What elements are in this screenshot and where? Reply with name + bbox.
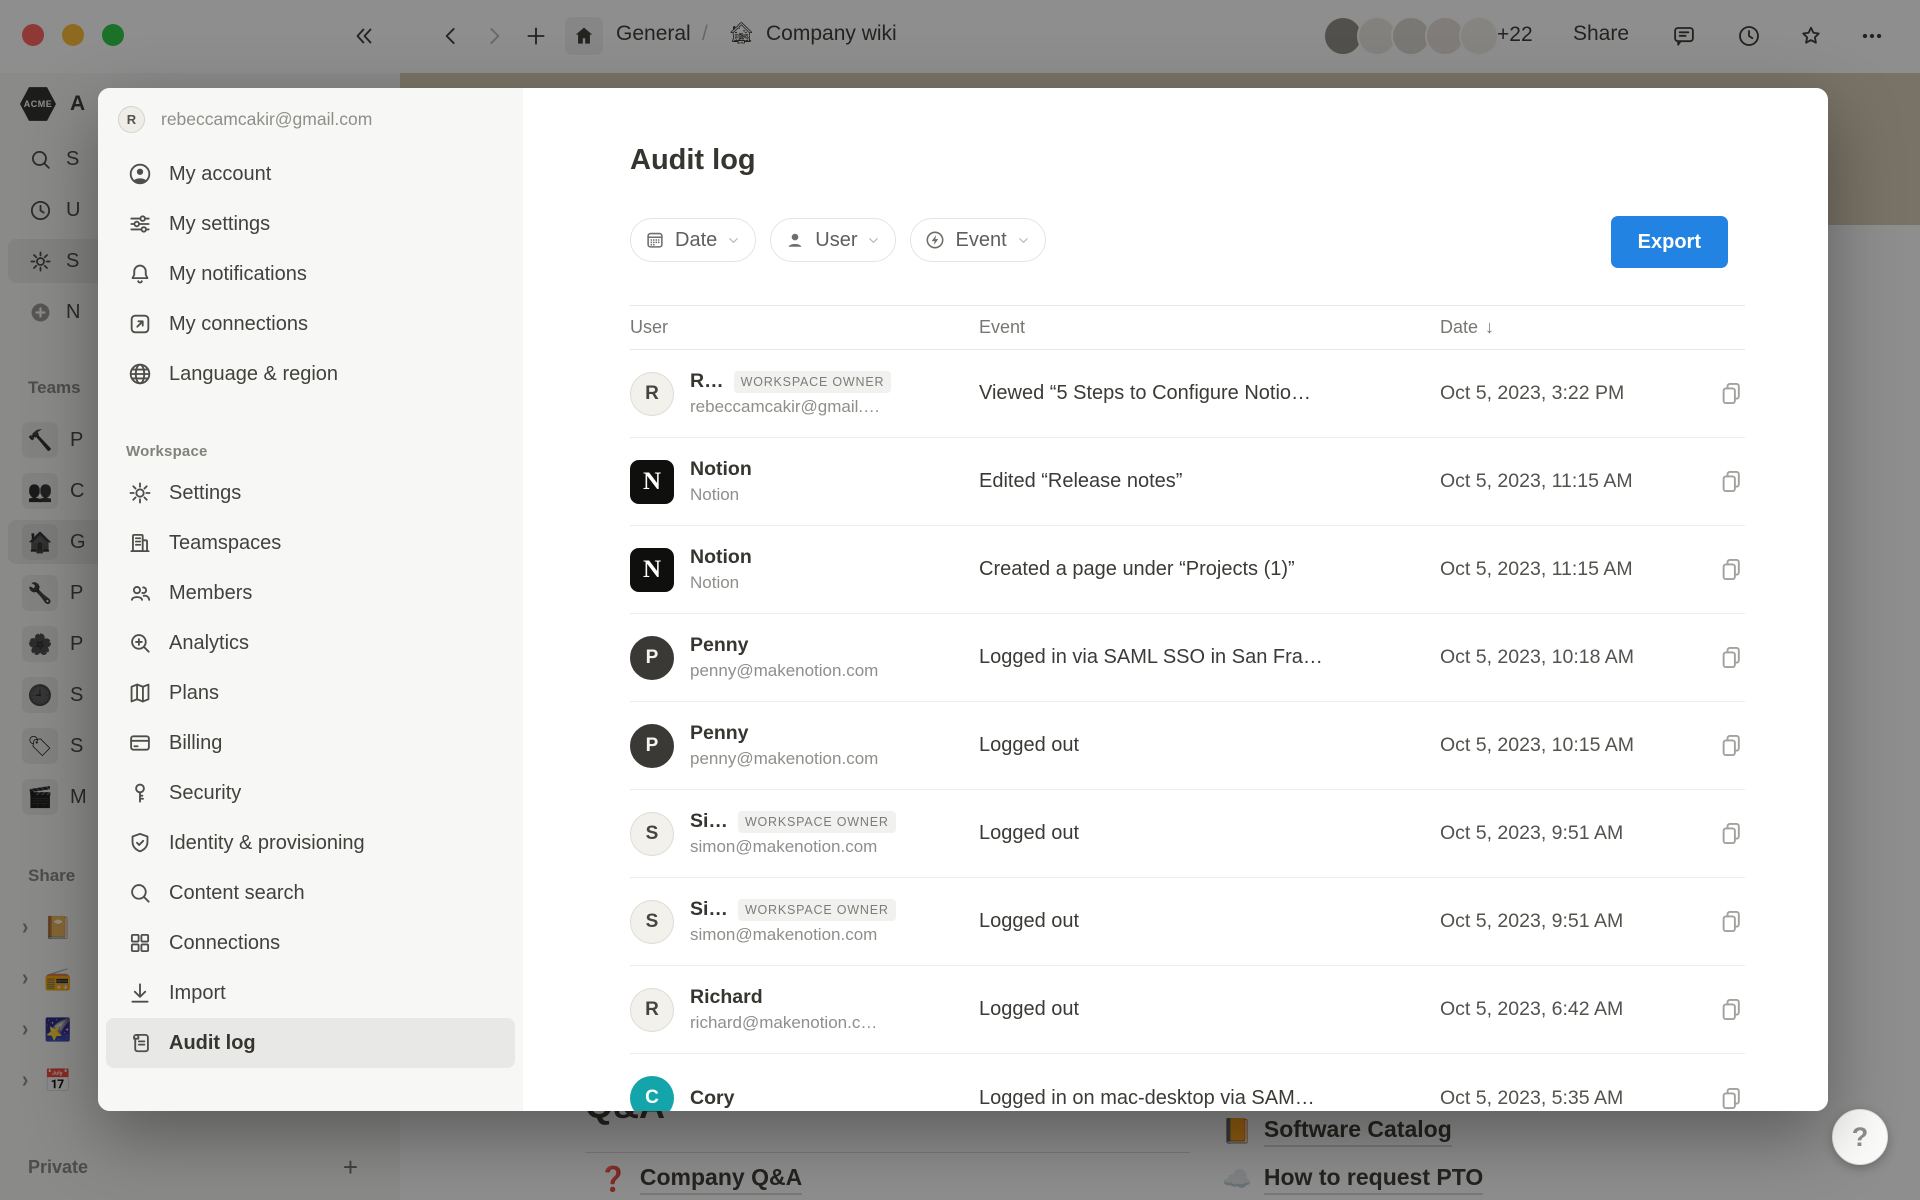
- nav-item-language-region[interactable]: Language & region: [106, 349, 515, 399]
- nav-item-teamspaces[interactable]: Teamspaces: [106, 518, 515, 568]
- column-header-event: Event: [979, 317, 1440, 338]
- table-row: P Penny penny@makenotion.com Logged in v…: [630, 614, 1745, 702]
- nav-item-my-connections[interactable]: My connections: [106, 299, 515, 349]
- sort-descending-icon: ↓: [1485, 317, 1494, 338]
- arrow-up-right-box-icon: [126, 311, 153, 338]
- nav-item-settings[interactable]: Settings: [106, 468, 515, 518]
- column-header-user: User: [630, 317, 979, 338]
- gear-icon: [126, 480, 153, 507]
- scroll-icon: [126, 1030, 153, 1057]
- workspace-owner-badge: WORKSPACE OWNER: [738, 899, 896, 921]
- magnifier-icon: [126, 880, 153, 907]
- table-row: N Notion Notion Created a page under “Pr…: [630, 526, 1745, 614]
- sliders-icon: [126, 211, 153, 238]
- nav-item-analytics[interactable]: Analytics: [106, 618, 515, 668]
- date-filter[interactable]: Date: [630, 218, 756, 262]
- chevron-down-icon: [726, 233, 741, 248]
- table-header-row: User Event Date ↓: [630, 305, 1745, 350]
- account-avatar: R: [118, 106, 145, 133]
- map-icon: [126, 680, 153, 707]
- copy-icon[interactable]: [1718, 468, 1745, 495]
- copy-icon[interactable]: [1718, 820, 1745, 847]
- credit-card-icon: [126, 730, 153, 757]
- table-row: P Penny penny@makenotion.com Logged out …: [630, 702, 1745, 790]
- bell-icon: [126, 261, 153, 288]
- nav-item-connections[interactable]: Connections: [106, 918, 515, 968]
- avatar: P: [630, 724, 674, 768]
- lightning-circle-icon: [924, 229, 946, 251]
- nav-item-billing[interactable]: Billing: [106, 718, 515, 768]
- table-row: S Si…WORKSPACE OWNER simon@makenotion.co…: [630, 878, 1745, 966]
- table-row: C Cory Logged in on mac-desktop via SAM……: [630, 1054, 1745, 1111]
- copy-icon[interactable]: [1718, 996, 1745, 1023]
- nav-item-my-settings[interactable]: My settings: [106, 199, 515, 249]
- avatar: S: [630, 900, 674, 944]
- avatar: P: [630, 636, 674, 680]
- copy-icon[interactable]: [1718, 380, 1745, 407]
- account-email-row: R rebeccamcakir@gmail.com: [118, 106, 523, 133]
- chevron-down-icon: [866, 233, 881, 248]
- audit-log-table: User Event Date ↓ R R…WORKSPACE OWNER re…: [630, 305, 1745, 1111]
- nav-item-my-account[interactable]: My account: [106, 149, 515, 199]
- notion-logo-avatar: N: [630, 548, 674, 592]
- nav-item-import[interactable]: Import: [106, 968, 515, 1018]
- avatar: R: [630, 988, 674, 1032]
- audit-log-panel: Audit log Date User Event Ex: [523, 88, 1828, 1111]
- notion-logo-avatar: N: [630, 460, 674, 504]
- user-filter[interactable]: User: [770, 218, 896, 262]
- column-header-date[interactable]: Date ↓: [1440, 317, 1745, 338]
- nav-item-security[interactable]: Security: [106, 768, 515, 818]
- filter-bar: Date User Event: [630, 218, 1046, 262]
- settings-nav: R rebeccamcakir@gmail.com My account My …: [98, 88, 523, 1111]
- user-icon: [784, 229, 806, 251]
- table-row: S Si…WORKSPACE OWNER simon@makenotion.co…: [630, 790, 1745, 878]
- nav-item-content-search[interactable]: Content search: [106, 868, 515, 918]
- nav-item-audit-log[interactable]: Audit log: [106, 1018, 515, 1068]
- help-button[interactable]: ?: [1832, 1109, 1888, 1165]
- workspace-owner-badge: WORKSPACE OWNER: [734, 371, 892, 393]
- workspace-section-label: Workspace: [126, 443, 523, 460]
- avatar: C: [630, 1076, 674, 1111]
- avatar: S: [630, 812, 674, 856]
- page-title: Audit log: [630, 144, 756, 177]
- copy-icon[interactable]: [1718, 644, 1745, 671]
- nav-item-plans[interactable]: Plans: [106, 668, 515, 718]
- calendar-icon: [644, 229, 666, 251]
- magnifier-plus-icon: [126, 630, 153, 657]
- table-row: R R…WORKSPACE OWNER rebeccamcakir@gmail.…: [630, 350, 1745, 438]
- notion-app-window: General / 🏚 Company wiki +22 Share ACME …: [0, 0, 1920, 1200]
- account-email: rebeccamcakir@gmail.com: [161, 109, 372, 130]
- import-arrow-down-icon: [126, 980, 153, 1007]
- chevron-down-icon: [1016, 233, 1031, 248]
- copy-icon[interactable]: [1718, 732, 1745, 759]
- grid-icon: [126, 930, 153, 957]
- copy-icon[interactable]: [1718, 556, 1745, 583]
- building-icon: [126, 530, 153, 557]
- workspace-owner-badge: WORKSPACE OWNER: [738, 811, 896, 833]
- nav-item-my-notifications[interactable]: My notifications: [106, 249, 515, 299]
- table-row: N Notion Notion Edited “Release notes” O…: [630, 438, 1745, 526]
- table-row: R Richard richard@makenotion.c… Logged o…: [630, 966, 1745, 1054]
- nav-item-members[interactable]: Members: [106, 568, 515, 618]
- key-icon: [126, 780, 153, 807]
- members-people-icon: [126, 580, 153, 607]
- globe-icon: [126, 361, 153, 388]
- nav-item-identity-provisioning[interactable]: Identity & provisioning: [106, 818, 515, 868]
- event-filter[interactable]: Event: [910, 218, 1045, 262]
- export-button[interactable]: Export: [1611, 216, 1728, 268]
- person-circle-icon: [126, 161, 153, 188]
- copy-icon[interactable]: [1718, 908, 1745, 935]
- shield-check-icon: [126, 830, 153, 857]
- settings-modal: R rebeccamcakir@gmail.com My account My …: [98, 88, 1828, 1111]
- avatar: R: [630, 372, 674, 416]
- copy-icon[interactable]: [1718, 1085, 1745, 1112]
